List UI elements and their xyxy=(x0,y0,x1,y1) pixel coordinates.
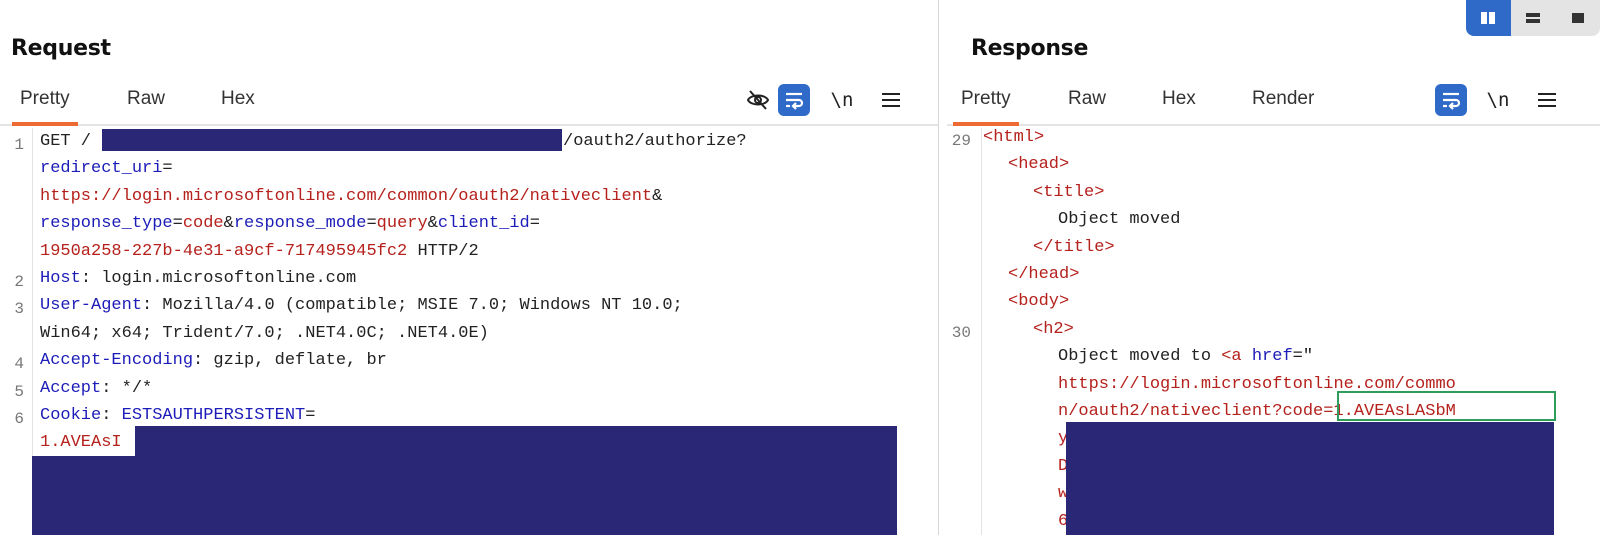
request-title: Request xyxy=(11,36,111,61)
response-pane: Response Pretty Raw Hex Render \n 29 <ht… xyxy=(947,0,1600,535)
html-tag: <h2> xyxy=(1033,319,1074,339)
line-number: 6 xyxy=(14,410,24,428)
title-text: Object moved xyxy=(1058,210,1181,230)
html-tag: <body> xyxy=(1008,292,1070,312)
line-number: 4 xyxy=(14,355,24,374)
pane-divider[interactable] xyxy=(938,0,947,535)
param-key: response_mode xyxy=(233,214,367,234)
response-tab-render[interactable]: Render xyxy=(1244,89,1322,122)
redacted-block xyxy=(102,129,562,151)
eye-slash-icon[interactable] xyxy=(742,84,774,116)
line-number: 30 xyxy=(951,324,971,342)
cookie-value: 1.AVEAsI xyxy=(40,433,122,453)
response-tab-hex[interactable]: Hex xyxy=(1154,89,1204,122)
gutter-divider xyxy=(981,128,982,535)
code-highlight-box xyxy=(1337,391,1556,421)
request-pane: Request Pretty Raw Hex \n 1 GET / /oauth… xyxy=(0,0,938,535)
response-tab-pretty[interactable]: Pretty xyxy=(953,89,1019,126)
request-editor[interactable]: 1 GET / /oauth2/authorize? redirect_uri=… xyxy=(0,128,938,535)
horizontal-view-icon[interactable] xyxy=(1510,0,1556,36)
word-wrap-icon[interactable] xyxy=(1435,84,1467,116)
response-tab-raw[interactable]: Raw xyxy=(1060,89,1114,122)
param-value: https://login.microsoftonline.com/common… xyxy=(40,186,653,206)
param-value: 1950a258-227b-4e31-a9cf-717495945fc2 xyxy=(40,241,408,261)
request-line-4: Accept-Encoding: gzip, deflate, br xyxy=(40,351,387,371)
split-view-icon[interactable] xyxy=(1466,0,1511,36)
request-line-1: GET / xyxy=(40,132,92,151)
word-wrap-icon[interactable] xyxy=(778,84,810,116)
layout-toggle xyxy=(1466,0,1600,36)
moved-text: Object moved to xyxy=(1058,347,1222,367)
line-number: 1 xyxy=(14,136,24,154)
param-key: client_id xyxy=(437,214,530,234)
param-key: response_type xyxy=(40,214,173,234)
request-tab-pretty[interactable]: Pretty xyxy=(12,89,78,126)
request-tabbar: Pretty Raw Hex \n xyxy=(0,80,938,126)
param-key: redirect_uri xyxy=(40,159,163,179)
menu-icon[interactable] xyxy=(875,84,907,116)
redacted-block xyxy=(1066,422,1554,535)
response-title: Response xyxy=(971,36,1089,61)
html-tag: <head> xyxy=(1008,155,1070,175)
request-path: /oauth2/authorize? xyxy=(563,132,747,151)
response-editor[interactable]: 29 <html> <head> <title> Object moved </… xyxy=(947,128,1600,535)
html-tag: </title> xyxy=(1033,237,1115,257)
request-tab-raw[interactable]: Raw xyxy=(119,89,173,122)
response-tabbar: Pretty Raw Hex Render \n xyxy=(947,80,1600,126)
html-tag: </head> xyxy=(1008,265,1080,284)
request-line-3: User-Agent: Mozilla/4.0 (compatible; MSI… xyxy=(40,296,683,316)
line-number: 29 xyxy=(951,132,971,150)
redirect-url: n/oauth2/nativeclient? xyxy=(1058,402,1283,421)
html-tag: <title> xyxy=(1033,182,1105,202)
param-value: code xyxy=(182,214,224,234)
menu-icon[interactable] xyxy=(1531,84,1563,116)
line-number: 2 xyxy=(14,273,24,291)
request-line-2: Host: login.microsoftonline.com xyxy=(40,269,357,288)
request-tab-hex[interactable]: Hex xyxy=(213,89,263,122)
html-tag: <html> xyxy=(983,128,1045,147)
line-number: 5 xyxy=(14,382,24,401)
request-line-5: Accept: */* xyxy=(40,378,153,398)
newline-toggle[interactable]: \n xyxy=(1482,84,1514,116)
param-value: query xyxy=(376,214,428,234)
newline-toggle[interactable]: \n xyxy=(826,84,858,116)
redacted-block xyxy=(135,426,897,458)
single-view-icon[interactable] xyxy=(1555,0,1600,36)
line-number: 3 xyxy=(14,300,24,319)
redacted-block xyxy=(32,456,897,535)
